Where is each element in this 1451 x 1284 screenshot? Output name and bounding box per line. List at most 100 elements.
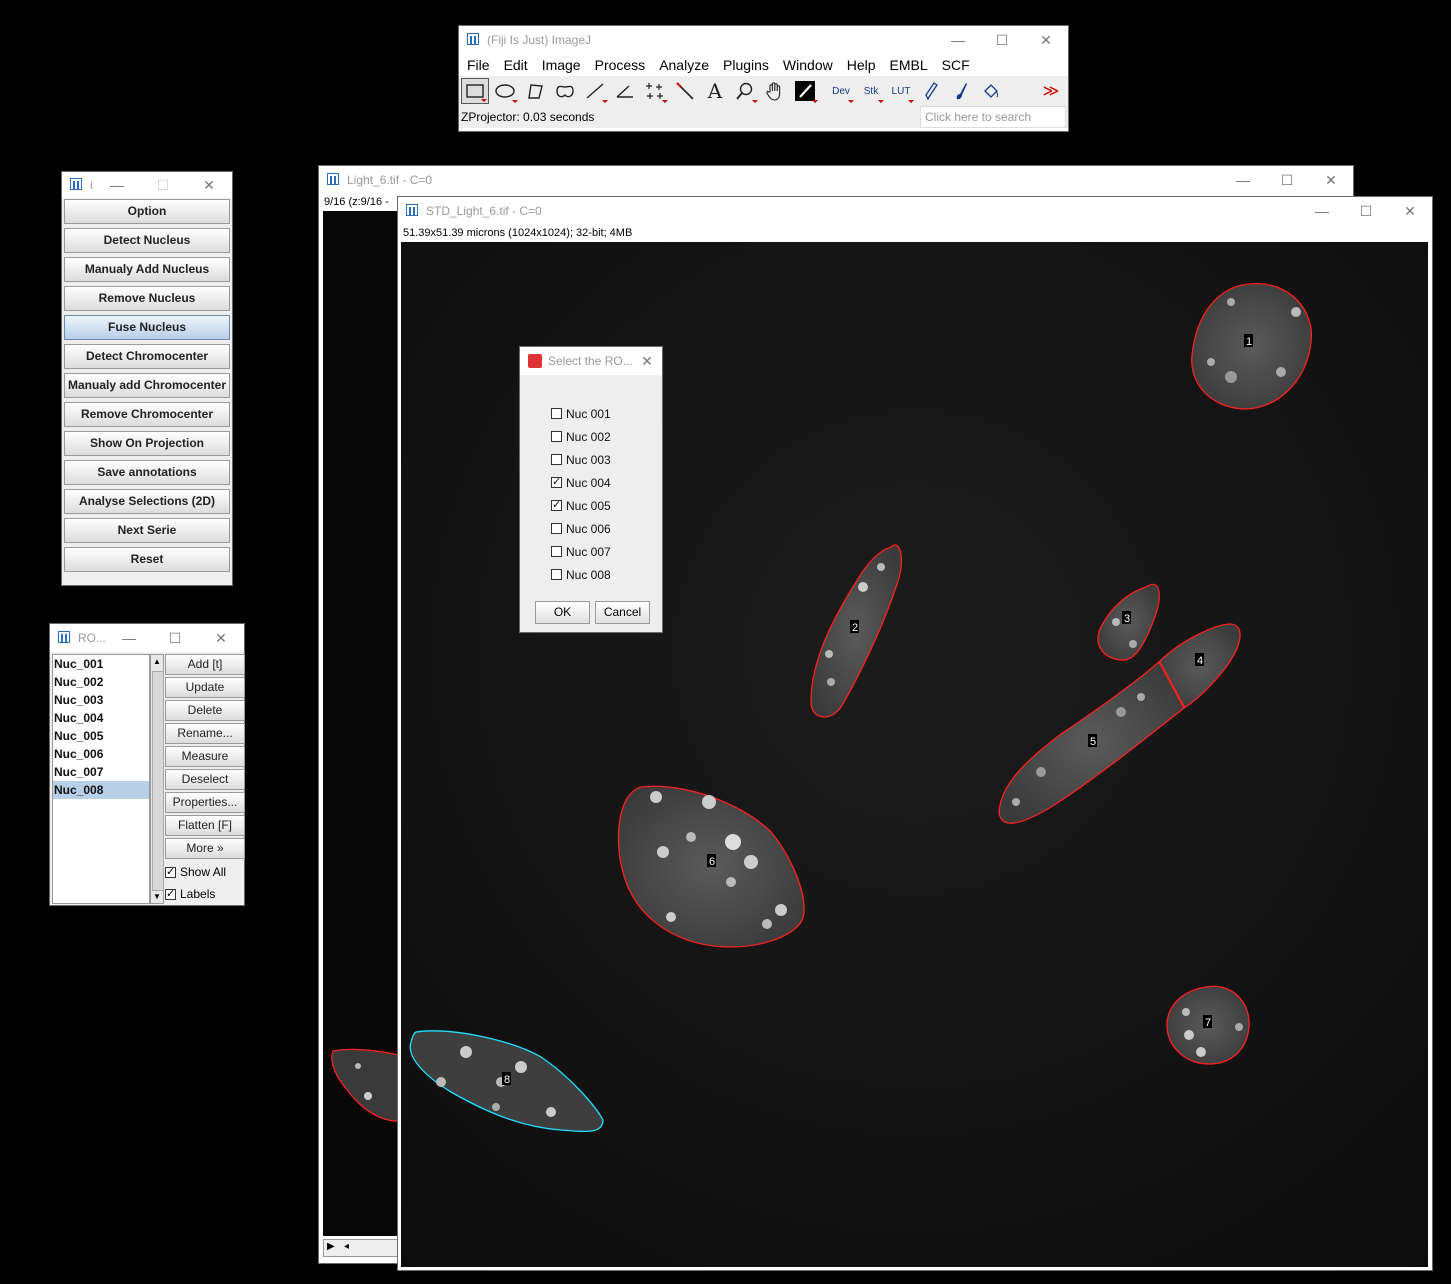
polygon-tool-icon[interactable] bbox=[521, 78, 549, 104]
plugin-panel-titlebar[interactable]: i. — ☐ ✕ bbox=[62, 172, 232, 198]
menu-edit[interactable]: Edit bbox=[504, 57, 528, 73]
flatten-button[interactable]: Flatten [F] bbox=[165, 815, 245, 836]
scroll-thumb[interactable] bbox=[152, 671, 164, 891]
color-picker-tool-icon[interactable] bbox=[791, 78, 819, 104]
freehand-tool-icon[interactable] bbox=[551, 78, 579, 104]
update-button[interactable]: Update bbox=[165, 677, 245, 698]
dialog-titlebar[interactable]: Select the RO... ✕ bbox=[520, 347, 662, 375]
roi-list-scrollbar[interactable]: ▲ ▼ bbox=[150, 654, 164, 904]
remove-chromocenter-button[interactable]: Remove Chromocenter bbox=[64, 402, 230, 427]
maximize-icon[interactable]: ☐ bbox=[1265, 166, 1309, 194]
checkbox-nuc-004[interactable]: ✓ Nuc 004 bbox=[551, 471, 662, 494]
rename-button[interactable]: Rename... bbox=[165, 723, 245, 744]
list-item[interactable]: Nuc_007 bbox=[53, 763, 149, 781]
close-icon[interactable]: ✕ bbox=[1388, 197, 1432, 225]
analyse-selections-button[interactable]: Analyse Selections (2D) bbox=[64, 489, 230, 514]
properties-button[interactable]: Properties... bbox=[165, 792, 245, 813]
stack-slider[interactable]: ▶ ◂ bbox=[323, 1239, 403, 1257]
minimize-icon[interactable]: — bbox=[1221, 166, 1265, 194]
remove-nucleus-button[interactable]: Remove Nucleus bbox=[64, 286, 230, 311]
show-on-projection-button[interactable]: Show On Projection bbox=[64, 431, 230, 456]
cancel-button[interactable]: Cancel bbox=[595, 601, 650, 624]
pencil-tool-icon[interactable] bbox=[917, 78, 945, 104]
show-all-checkbox[interactable]: ✓ Show All bbox=[165, 861, 245, 883]
checkbox-nuc-006[interactable]: Nuc 006 bbox=[551, 517, 662, 540]
menu-scf[interactable]: SCF bbox=[942, 57, 970, 73]
maximize-icon[interactable]: ☐ bbox=[1344, 197, 1388, 225]
close-icon[interactable]: ✕ bbox=[198, 624, 244, 652]
checkbox-nuc-002[interactable]: Nuc 002 bbox=[551, 425, 662, 448]
lut-tool-button[interactable]: LUT bbox=[887, 78, 915, 104]
menu-window[interactable]: Window bbox=[783, 57, 833, 73]
menu-analyze[interactable]: Analyze bbox=[659, 57, 709, 73]
measure-button[interactable]: Measure bbox=[165, 746, 245, 767]
menu-plugins[interactable]: Plugins bbox=[723, 57, 769, 73]
light-titlebar[interactable]: Light_6.tif - C=0 — ☐ ✕ bbox=[319, 166, 1353, 194]
minimize-icon[interactable]: — bbox=[94, 171, 140, 199]
menu-embl[interactable]: EMBL bbox=[890, 57, 928, 73]
checkbox-nuc-001[interactable]: Nuc 001 bbox=[551, 402, 662, 425]
angle-tool-icon[interactable] bbox=[611, 78, 639, 104]
text-tool-icon[interactable]: A bbox=[701, 78, 729, 104]
search-field[interactable]: Click here to search bbox=[920, 106, 1066, 128]
stk-tool-button[interactable]: Stk bbox=[857, 78, 885, 104]
checkbox-nuc-007[interactable]: Nuc 007 bbox=[551, 540, 662, 563]
manualy-add-chromocenter-button[interactable]: Manualy add Chromocenter bbox=[64, 373, 230, 398]
list-item[interactable]: Nuc_004 bbox=[53, 709, 149, 727]
rectangle-tool-icon[interactable] bbox=[461, 78, 489, 104]
brush-tool-icon[interactable] bbox=[947, 78, 975, 104]
dev-tool-button[interactable]: Dev bbox=[827, 78, 855, 104]
list-item[interactable]: Nuc_003 bbox=[53, 691, 149, 709]
scroll-down-icon[interactable]: ▼ bbox=[153, 892, 161, 901]
checkbox-nuc-008[interactable]: Nuc 008 bbox=[551, 563, 662, 586]
wand-tool-icon[interactable] bbox=[671, 78, 699, 104]
minimize-icon[interactable]: — bbox=[106, 624, 152, 652]
play-icon[interactable]: ▶ bbox=[327, 1241, 335, 1252]
list-item[interactable]: Nuc_006 bbox=[53, 745, 149, 763]
flood-fill-tool-icon[interactable] bbox=[977, 78, 1005, 104]
close-icon[interactable]: ✕ bbox=[632, 347, 662, 375]
save-annotations-button[interactable]: Save annotations bbox=[64, 460, 230, 485]
checkbox-nuc-003[interactable]: Nuc 003 bbox=[551, 448, 662, 471]
manualy-add-nucleus-button[interactable]: Manualy Add Nucleus bbox=[64, 257, 230, 282]
oval-tool-icon[interactable] bbox=[491, 78, 519, 104]
close-icon[interactable]: ✕ bbox=[1024, 26, 1068, 54]
list-item[interactable]: Nuc_005 bbox=[53, 727, 149, 745]
minimize-icon[interactable]: — bbox=[936, 26, 980, 54]
scroll-up-icon[interactable]: ▲ bbox=[153, 657, 161, 666]
next-serie-button[interactable]: Next Serie bbox=[64, 518, 230, 543]
imagej-titlebar[interactable]: (Fiji Is Just) ImageJ — ☐ ✕ bbox=[459, 26, 1068, 54]
reset-button[interactable]: Reset bbox=[64, 547, 230, 572]
menu-help[interactable]: Help bbox=[847, 57, 876, 73]
maximize-icon[interactable]: ☐ bbox=[980, 26, 1024, 54]
close-icon[interactable]: ✕ bbox=[1309, 166, 1353, 194]
delete-button[interactable]: Delete bbox=[165, 700, 245, 721]
list-item-selected[interactable]: Nuc_008 bbox=[53, 781, 149, 799]
menu-image[interactable]: Image bbox=[542, 57, 581, 73]
close-icon[interactable]: ✕ bbox=[186, 171, 232, 199]
std-titlebar[interactable]: STD_Light_6.tif - C=0 — ☐ ✕ bbox=[398, 197, 1432, 225]
magnifier-tool-icon[interactable] bbox=[731, 78, 759, 104]
minimize-icon[interactable]: — bbox=[1300, 197, 1344, 225]
detect-nucleus-button[interactable]: Detect Nucleus bbox=[64, 228, 230, 253]
add-button[interactable]: Add [t] bbox=[165, 654, 245, 675]
roi-list[interactable]: Nuc_001 Nuc_002 Nuc_003 Nuc_004 Nuc_005 … bbox=[52, 654, 150, 904]
multipoint-tool-icon[interactable] bbox=[641, 78, 669, 104]
option-button[interactable]: Option bbox=[64, 199, 230, 224]
menu-process[interactable]: Process bbox=[595, 57, 646, 73]
ok-button[interactable]: OK bbox=[535, 601, 590, 624]
fuse-nucleus-button[interactable]: Fuse Nucleus bbox=[64, 315, 230, 340]
labels-checkbox[interactable]: ✓ Labels bbox=[165, 883, 245, 905]
hand-tool-icon[interactable] bbox=[761, 78, 789, 104]
checkbox-nuc-005[interactable]: ✓ Nuc 005 bbox=[551, 494, 662, 517]
roi-manager-titlebar[interactable]: RO... — ☐ ✕ bbox=[50, 624, 244, 652]
maximize-icon[interactable]: ☐ bbox=[152, 624, 198, 652]
more-tools-icon[interactable]: ≫ bbox=[1037, 78, 1065, 104]
detect-chromocenter-button[interactable]: Detect Chromocenter bbox=[64, 344, 230, 369]
line-tool-icon[interactable] bbox=[581, 78, 609, 104]
menu-file[interactable]: File bbox=[467, 57, 490, 73]
list-item[interactable]: Nuc_002 bbox=[53, 673, 149, 691]
more-button[interactable]: More » bbox=[165, 838, 245, 859]
scroll-left-icon[interactable]: ◂ bbox=[344, 1241, 349, 1252]
deselect-button[interactable]: Deselect bbox=[165, 769, 245, 790]
